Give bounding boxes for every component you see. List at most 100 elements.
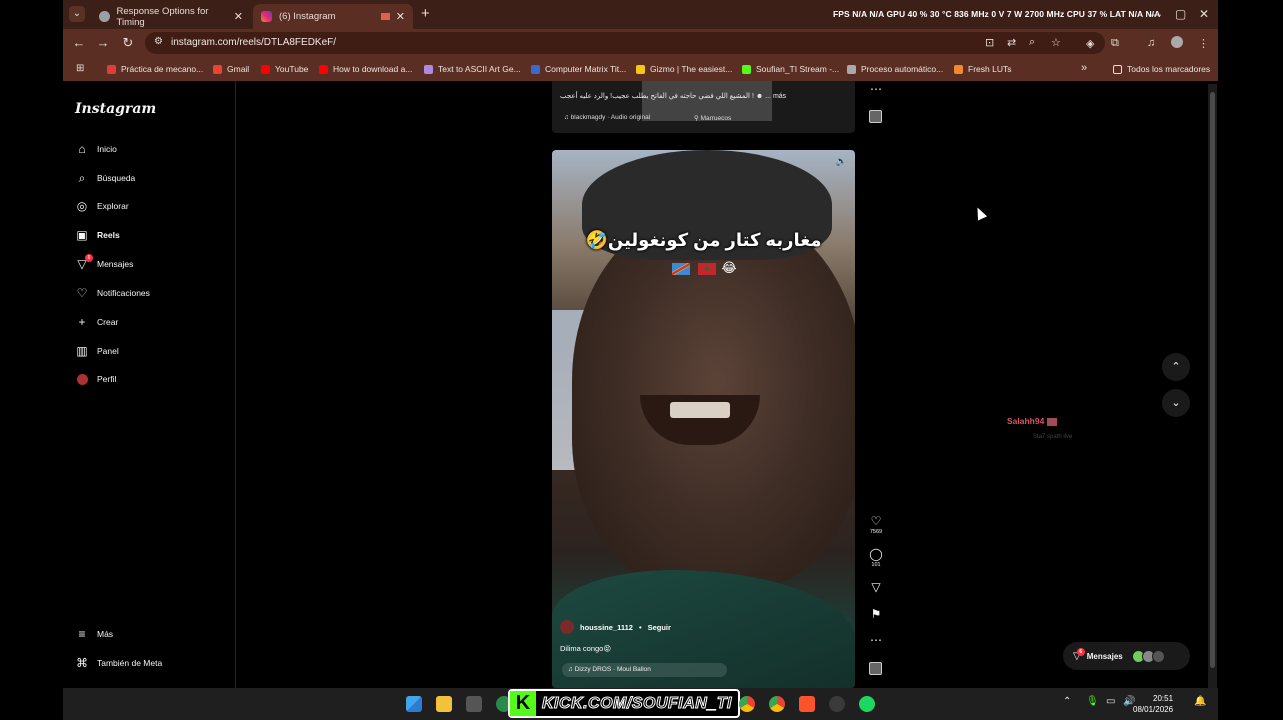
brave-icon[interactable] [799,696,815,712]
follow-button[interactable]: Seguir [648,623,671,632]
bookmark-item[interactable]: Text to ASCII Art Ge... [424,64,521,74]
obs-icon[interactable] [829,696,845,712]
volume-icon[interactable]: 🔈 [836,156,847,167]
translate-icon[interactable]: ⇄ [1007,36,1016,49]
bookmark-item[interactable]: Práctica de mecano... [107,64,203,74]
previous-reel[interactable]: المشيع اللي فضي حاجته في الفاتح بطلب عجي… [552,81,855,133]
tab-close-icon[interactable]: ✕ [396,10,405,23]
messages-pill[interactable]: ▽ 6 Mensajes [1063,642,1190,670]
bookmarks-overflow-button[interactable]: » [1081,62,1087,74]
page-scrollbar[interactable] [1208,84,1217,688]
reload-icon[interactable]: ↻ [120,35,136,51]
chrome-profile-icon[interactable] [769,696,785,712]
bookmark-item[interactable]: Proceso automático... [847,64,943,74]
save-button[interactable]: ⚑ [869,608,883,620]
bookmark-label: Todos los marcadores [1127,64,1211,74]
audio-thumbnail[interactable] [869,110,882,123]
clock-time: 20:51 [1153,694,1174,703]
extension-icon[interactable]: ◈ [1086,37,1094,50]
bookmark-item[interactable]: Soufian_TI Stream -... [742,64,839,74]
audio-thumbnail[interactable] [869,662,882,675]
share-button[interactable]: ▽ [869,581,883,593]
comment-button[interactable]: ◯ 101 [869,548,883,568]
sidebar-item-explorar[interactable]: ◎ Explorar [75,196,129,216]
sidebar-item-mensajes[interactable]: ▽ 6 Mensajes [75,254,133,274]
tab-instagram[interactable]: (6) Instagram ✕ [253,4,413,29]
notifications-icon[interactable]: 🔔 [1194,696,1206,707]
chrome-icon[interactable] [739,696,755,712]
more-options-icon[interactable]: ⋯ [869,634,883,646]
maximize-button[interactable]: ▢ [1175,7,1186,21]
reel-audio[interactable]: ♫ Dizzy DROS · Moul Ballon [562,663,727,677]
bookmark-item[interactable]: How to download a... [319,64,412,74]
home-icon: ⌂ [78,142,86,156]
bookmark-favicon-icon [954,64,963,74]
zoom-icon[interactable]: ⌕ [1029,36,1035,49]
store-icon[interactable] [466,696,482,712]
menu-kebab-icon[interactable]: ⋮ [1198,37,1209,50]
microphone-icon[interactable]: 🎙 [1086,696,1099,707]
bookmark-item[interactable]: Fresh LUTs [954,64,1011,74]
bookmark-star-icon[interactable]: ☆ [1051,36,1061,49]
scrollbar-thumb[interactable] [1210,92,1215,668]
sidebar-item-busqueda[interactable]: ⌕ Búsqueda [75,168,136,188]
tab-search-button[interactable]: ⌄ [69,6,85,22]
sidebar-item-mas[interactable]: ≡ Más [75,624,113,644]
bookmark-icon: ⚑ [870,607,882,621]
sidebar-item-meta[interactable]: ⌘ También de Meta [75,653,162,673]
previous-reel-location[interactable]: ⚲ Marruecos [694,114,731,122]
bookmark-item[interactable]: YouTube [261,64,308,74]
install-app-icon[interactable]: ⊡ [985,36,994,49]
messenger-icon: ▽ 6 [75,254,93,271]
tab-response-options[interactable]: Response Options for Timing ✕ [91,4,251,29]
new-tab-button[interactable]: + [421,5,430,22]
bookmark-label: Fresh LUTs [968,64,1012,74]
close-window-button[interactable]: ✕ [1199,7,1209,21]
sidebar-item-crear[interactable]: + Crear [75,312,118,332]
extensions-puzzle-icon[interactable]: ⧉ [1111,37,1119,50]
previous-reel-audio[interactable]: ♫ blackmagdy · Audio original [564,114,650,126]
url-text[interactable]: instagram.com/reels/DTLA8FEDKeF/ [171,37,336,48]
media-icon[interactable]: ♫ [1147,37,1155,49]
browser-window: ⌄ Response Options for Timing ✕ (6) Inst… [63,0,1218,688]
like-count: 7569 [869,529,883,535]
apps-grid-icon[interactable]: ⊞ [76,63,84,74]
author-avatar[interactable] [560,620,574,634]
reel-caption[interactable]: Dilima congo😝 [560,644,611,653]
site-info-icon[interactable]: ⚙ [154,36,163,47]
bookmark-item[interactable]: Computer Matrix Tit... [531,64,626,74]
profile-avatar[interactable] [1171,36,1183,48]
cast-icon[interactable] [380,13,390,20]
sidebar-item-perfil[interactable]: Perfil [75,369,116,389]
network-icon[interactable]: ▭ [1106,696,1115,707]
sidebar-item-inicio[interactable]: ⌂ Inicio [75,139,116,159]
system-clock[interactable]: 20:51 08/01/2026 [1133,693,1173,715]
sidebar-item-label: Crear [97,317,119,327]
sidebar-item-notificaciones[interactable]: ♡ Notificaciones [75,283,150,303]
tab-close-icon[interactable]: ✕ [234,10,243,23]
bookmark-item[interactable]: Gizmo | The easiest... [636,64,732,74]
sidebar-item-panel[interactable]: ▥ Panel [75,341,118,361]
address-bar[interactable]: ⚙ instagram.com/reels/DTLA8FEDKeF/ ⊡ ⇄ ⌕… [145,32,1105,54]
bookmark-item[interactable]: Gmail [213,64,249,74]
previous-reel-button[interactable]: ⌃ [1162,353,1190,381]
windows-start-icon[interactable] [406,696,422,712]
more-options-icon[interactable]: ⋯ [869,83,883,95]
sidebar-item-reels[interactable]: ▣ Reels [75,225,119,245]
tray-chevron-up-icon[interactable]: ⌃ [1063,696,1071,707]
forward-icon[interactable]: → [95,35,111,50]
live-icon [1046,417,1057,426]
live-suggestion[interactable]: Salahh94 [1007,416,1057,426]
all-bookmarks-folder[interactable]: Todos los marcadores [1113,64,1210,74]
sidebar-item-label: Búsqueda [97,173,136,183]
instagram-logo[interactable]: Instagram [75,101,156,117]
sidebar-item-label: Notificaciones [97,288,150,298]
like-button[interactable]: ♡ 7569 [869,515,883,535]
author-username[interactable]: houssine_1112 [580,623,633,632]
reel-video[interactable]: 🔈 مغاربه كتار من كونغولين🤣 ★ 😂 houssine_… [552,150,855,688]
back-icon[interactable]: ← [71,35,87,50]
file-explorer-icon[interactable] [436,696,452,712]
spotify-icon[interactable] [859,696,875,712]
next-reel-button[interactable]: ⌄ [1162,389,1190,417]
minimize-button[interactable]: — [1149,7,1161,21]
